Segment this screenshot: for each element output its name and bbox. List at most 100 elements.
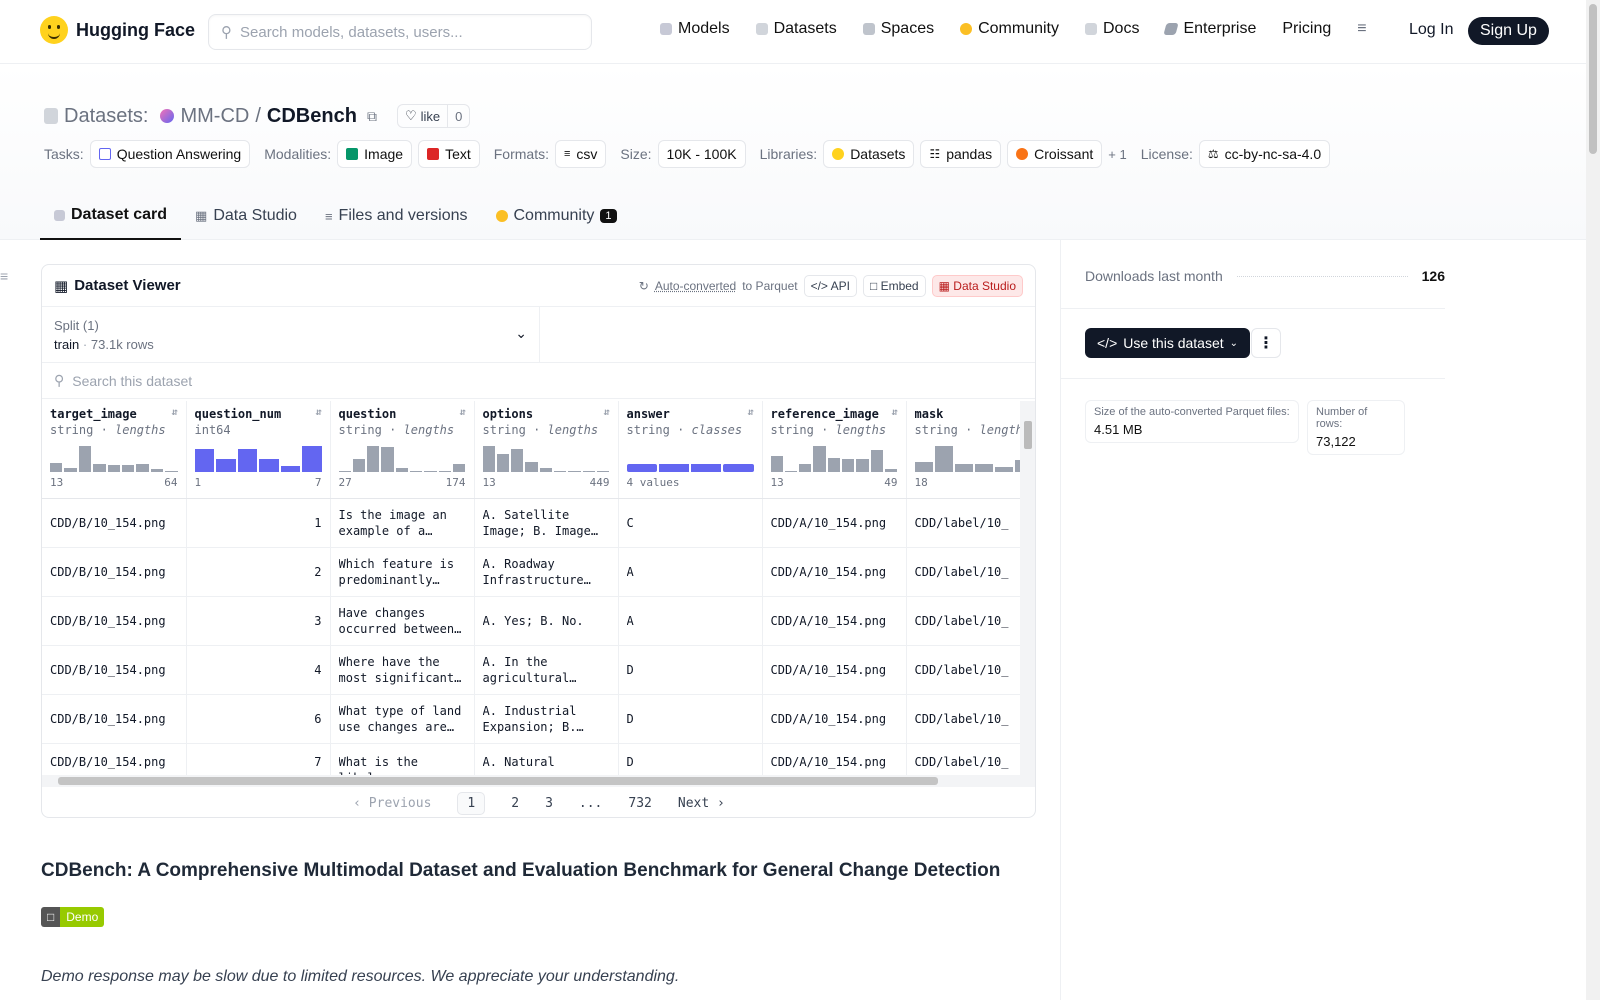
copy-icon[interactable]: ⧉ bbox=[367, 108, 377, 125]
table-row[interactable]: CDD/B/10_154.png 6 What type of land use c… bbox=[42, 694, 1020, 744]
table-cell[interactable]: A bbox=[618, 596, 763, 646]
page-scroll-thumb[interactable] bbox=[1589, 4, 1597, 154]
column-header[interactable]: options ⇵ string · lengths 13 449 bbox=[474, 401, 619, 499]
page-1-button[interactable]: 1 bbox=[457, 791, 486, 815]
table-cell[interactable]: Is the image an example of a… bbox=[330, 498, 475, 548]
table-cell[interactable]: CDD/A/10_154.png bbox=[762, 743, 907, 775]
tag-license[interactable]: ⚖ cc-by-nc-sa-4.0 bbox=[1198, 140, 1331, 168]
table-cell[interactable]: CDD/label/10_ bbox=[906, 547, 1020, 597]
scroll-thumb[interactable] bbox=[58, 777, 938, 785]
column-header[interactable]: question_num ⇵ int64 1 7 bbox=[186, 401, 331, 499]
histogram-bar[interactable] bbox=[582, 470, 596, 472]
global-search-input[interactable]: ⚲ Search models, datasets, users... bbox=[208, 14, 592, 50]
auto-converted-link[interactable]: Auto-converted bbox=[655, 279, 736, 293]
tab-files-versions[interactable]: ≡ Files and versions bbox=[311, 192, 482, 240]
histogram-bar[interactable] bbox=[338, 470, 351, 472]
histogram-bar[interactable] bbox=[511, 448, 524, 472]
class-bar[interactable] bbox=[658, 464, 689, 472]
column-histogram[interactable] bbox=[914, 446, 1020, 472]
table-vertical-scrollbar[interactable] bbox=[1020, 401, 1035, 775]
table-cell[interactable]: Where have the most significant… bbox=[330, 645, 475, 695]
histogram-bar[interactable] bbox=[827, 457, 841, 472]
histogram-bar[interactable] bbox=[367, 446, 380, 472]
demo-badge[interactable]: □ Demo bbox=[41, 907, 105, 927]
like-button[interactable]: ♡ like 0 bbox=[396, 104, 471, 128]
column-class-bar[interactable] bbox=[626, 446, 754, 472]
histogram-bar[interactable] bbox=[50, 462, 63, 472]
table-cell[interactable]: A. Satellite Image; B. Image o… bbox=[474, 498, 619, 548]
table-row[interactable]: CDD/B/10_154.png 2 Which feature is predom… bbox=[42, 547, 1020, 597]
tag-image[interactable]: Image bbox=[337, 140, 413, 168]
histogram-bar[interactable] bbox=[165, 470, 178, 472]
dataset-search-input[interactable]: ⚲ Search this dataset bbox=[42, 363, 1035, 399]
histogram-bar[interactable] bbox=[885, 469, 898, 472]
histogram-bar[interactable] bbox=[438, 470, 452, 472]
next-page-button[interactable]: Next › bbox=[678, 796, 725, 811]
histogram-bar[interactable] bbox=[237, 448, 257, 472]
histogram-bar[interactable] bbox=[395, 468, 409, 472]
table-cell[interactable]: CDD/label/10_ bbox=[906, 498, 1020, 548]
histogram-bar[interactable] bbox=[259, 459, 279, 472]
table-cell[interactable]: A. Natural bbox=[474, 743, 619, 775]
table-cell[interactable]: CDD/B/10_154.png bbox=[42, 547, 187, 597]
tag-size[interactable]: 10K - 100K bbox=[657, 140, 746, 168]
sort-icon[interactable]: ⇵ bbox=[603, 407, 609, 421]
api-button[interactable]: </> API bbox=[803, 274, 857, 297]
toc-toggle-icon[interactable]: ≡ bbox=[0, 268, 8, 284]
column-histogram[interactable] bbox=[50, 446, 178, 472]
table-row[interactable]: CDD/B/10_154.png 1 Is the image an example… bbox=[42, 498, 1020, 548]
embed-button[interactable]: □ Embed bbox=[862, 274, 926, 297]
more-libraries[interactable]: + 1 bbox=[1108, 147, 1126, 162]
table-cell[interactable]: D bbox=[618, 645, 763, 695]
histogram-bar[interactable] bbox=[770, 456, 783, 472]
split-select[interactable]: Split (1) train · 73.1k rows ⌄ bbox=[42, 307, 540, 362]
histogram-bar[interactable] bbox=[539, 468, 553, 472]
tag-question-answering[interactable]: Question Answering bbox=[89, 140, 251, 168]
histogram-bar[interactable] bbox=[799, 464, 812, 472]
tag-pandas[interactable]: ☷ pandas bbox=[920, 140, 1002, 168]
table-row[interactable]: CDD/B/10_154.png 4 Where have the most sig… bbox=[42, 645, 1020, 695]
tag-croissant[interactable]: Croissant bbox=[1007, 140, 1103, 168]
column-histogram[interactable] bbox=[482, 446, 610, 472]
table-row[interactable]: CDD/B/10_154.png 3 Have changes occurred b… bbox=[42, 596, 1020, 646]
table-cell[interactable]: 7 bbox=[186, 743, 331, 775]
histogram-bar[interactable] bbox=[453, 464, 466, 472]
histogram-bar[interactable] bbox=[381, 447, 394, 472]
tag-datasets-lib[interactable]: Datasets bbox=[823, 140, 915, 168]
histogram-bar[interactable] bbox=[424, 470, 437, 472]
page-last-button[interactable]: 732 bbox=[628, 796, 651, 811]
histogram-bar[interactable] bbox=[934, 446, 953, 472]
table-cell[interactable]: CDD/label/10_ bbox=[906, 596, 1020, 646]
table-cell[interactable]: Which feature is predominantly… bbox=[330, 547, 475, 597]
table-cell[interactable]: CDD/label/10_ bbox=[906, 694, 1020, 744]
histogram-bar[interactable] bbox=[121, 464, 135, 472]
page-scrollbar[interactable] bbox=[1586, 0, 1600, 1000]
table-cell[interactable]: What type of land use changes are… bbox=[330, 694, 475, 744]
brand-logo[interactable]: Hugging Face bbox=[40, 16, 195, 44]
table-cell[interactable]: 4 bbox=[186, 645, 331, 695]
histogram-bar[interactable] bbox=[568, 470, 581, 472]
histogram-bar[interactable] bbox=[150, 469, 164, 472]
histogram-bar[interactable] bbox=[813, 446, 826, 472]
data-studio-button[interactable]: ▦ Data Studio bbox=[931, 274, 1023, 297]
histogram-bar[interactable] bbox=[194, 448, 214, 472]
previous-page-button[interactable]: ‹ Previous bbox=[353, 796, 431, 811]
page-3-button[interactable]: 3 bbox=[545, 796, 553, 811]
column-histogram[interactable] bbox=[338, 446, 466, 472]
table-row[interactable]: CDD/B/10_154.png 7 What is the likely A. Na… bbox=[42, 743, 1020, 775]
histogram-bar[interactable] bbox=[914, 461, 933, 472]
table-cell[interactable]: What is the likely bbox=[330, 743, 475, 775]
repo-owner[interactable]: MM-CD bbox=[180, 105, 249, 128]
histogram-bar[interactable] bbox=[995, 466, 1014, 472]
histogram-bar[interactable] bbox=[352, 459, 366, 472]
histogram-bar[interactable] bbox=[974, 464, 994, 472]
repo-name[interactable]: CDBench bbox=[267, 105, 357, 128]
table-cell[interactable]: D bbox=[618, 743, 763, 775]
table-cell[interactable]: D bbox=[618, 694, 763, 744]
table-cell[interactable]: A. Industrial Expansion; B.… bbox=[474, 694, 619, 744]
table-cell[interactable]: 2 bbox=[186, 547, 331, 597]
table-cell[interactable]: CDD/A/10_154.png bbox=[762, 596, 907, 646]
sort-icon[interactable]: ⇵ bbox=[171, 407, 177, 421]
sort-icon[interactable]: ⇵ bbox=[459, 407, 465, 421]
table-cell[interactable]: A. Roadway Infrastructure an… bbox=[474, 547, 619, 597]
